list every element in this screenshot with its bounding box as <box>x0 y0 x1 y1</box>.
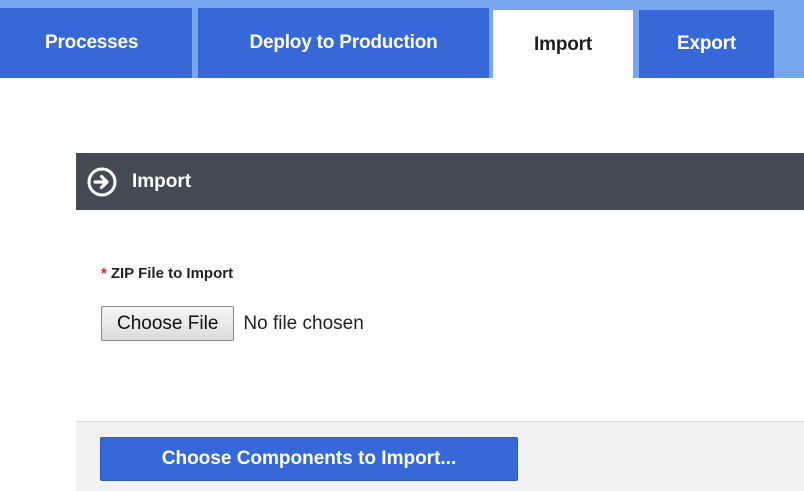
choose-components-button[interactable]: Choose Components to Import... <box>100 437 518 481</box>
arrow-right-circle-icon <box>87 167 117 197</box>
choose-file-button[interactable]: Choose File <box>101 306 235 341</box>
file-status-text: No file chosen <box>243 312 364 334</box>
panel-title: Import <box>132 170 192 192</box>
tab-export[interactable]: Export <box>639 10 774 78</box>
tab-processes[interactable]: Processes <box>0 8 192 78</box>
tab-bar: Processes Deploy to Production Import Ex… <box>0 0 804 80</box>
import-panel-header: Import <box>76 153 804 210</box>
tab-deploy-to-production[interactable]: Deploy to Production <box>198 8 489 78</box>
import-page: Processes Deploy to Production Import Ex… <box>0 0 804 491</box>
file-input-row: Choose File No file chosen <box>101 305 364 342</box>
zip-file-label: * ZIP File to Import <box>101 265 233 282</box>
tab-import[interactable]: Import <box>493 10 633 80</box>
required-marker: * <box>101 265 107 282</box>
zip-file-label-text: ZIP File to Import <box>110 265 234 282</box>
